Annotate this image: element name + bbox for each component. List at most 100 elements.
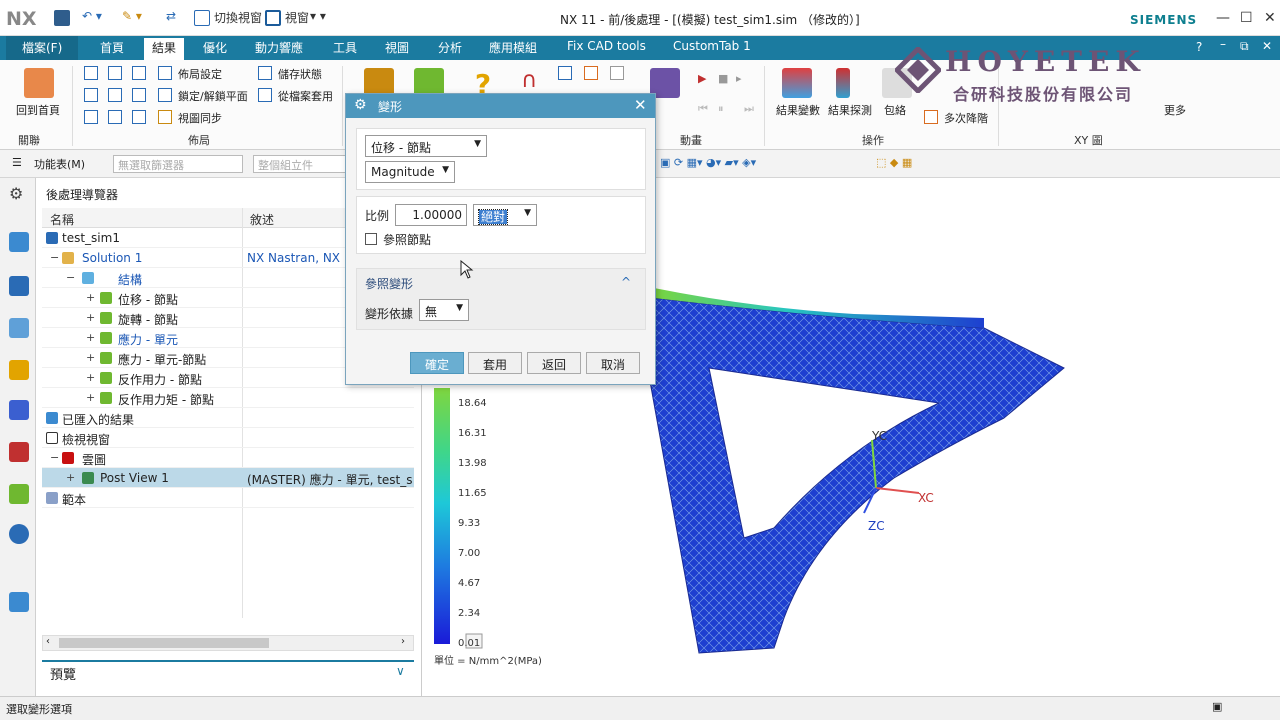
ribbon-restore-icon[interactable]: ⧉ [1240, 39, 1249, 54]
switch-window-button[interactable]: 切換視窗 [214, 9, 262, 26]
repeat-icon[interactable]: ⇄ [166, 9, 176, 23]
layout-10-icon[interactable] [132, 110, 146, 124]
window-menu[interactable]: 視窗 [285, 9, 309, 26]
window-menu-chevron-icon[interactable]: ▾ ▾ [310, 9, 326, 23]
tab-optimize[interactable]: 優化 [203, 39, 227, 56]
history-icon[interactable] [9, 318, 29, 338]
multi-reduce-button[interactable]: 多次降階 [944, 110, 988, 126]
reference-node-checkbox[interactable] [365, 233, 377, 245]
dialog-close-icon[interactable]: ✕ [634, 96, 647, 114]
step-icon[interactable]: ▸ [736, 72, 742, 85]
scrollbar-thumb[interactable] [59, 638, 269, 648]
chevron-up-icon[interactable]: ^ [621, 275, 631, 289]
save-icon[interactable] [54, 10, 70, 26]
text-icon[interactable] [558, 66, 572, 80]
first-frame-icon[interactable]: ⏮ [698, 102, 708, 116]
result-probe-icon[interactable] [836, 68, 850, 98]
stop-icon[interactable]: ■ [718, 72, 728, 85]
column-name-header[interactable]: 名稱 [50, 211, 74, 228]
section-icon[interactable]: ⬚ ◆ ▦ [876, 156, 912, 169]
play-icon[interactable]: ▶ [698, 72, 706, 85]
marker-icon[interactable] [584, 66, 598, 80]
dialog-gear-icon[interactable]: ⚙ [354, 97, 367, 113]
tree-row-templates[interactable]: 範本 [42, 488, 414, 508]
collapse-icon[interactable]: − [50, 451, 59, 464]
view-sync-button[interactable]: 視圖同步 [178, 110, 222, 126]
expand-icon[interactable]: + [86, 291, 95, 304]
result-variables-button[interactable]: 結果變數 [776, 102, 820, 118]
scroll-left-icon[interactable]: ‹ [46, 636, 50, 647]
tree-row-viewports[interactable]: 檢視視窗 [42, 428, 414, 448]
expand-icon[interactable]: + [86, 391, 95, 404]
tab-application[interactable]: 應用模組 [489, 39, 537, 56]
home-button[interactable]: 回到首頁 [16, 102, 60, 118]
apply-from-file-button[interactable]: 從檔案套用 [278, 88, 333, 104]
result-probe-button[interactable]: 結果探測 [828, 102, 872, 118]
home-icon[interactable] [24, 68, 54, 98]
tab-home[interactable]: 首頁 [100, 39, 124, 56]
scale-mode-select[interactable]: 絕對 ▼ [473, 204, 537, 226]
roles-icon[interactable] [9, 442, 29, 462]
layout-6-icon[interactable] [108, 88, 122, 102]
selection-filter-combo[interactable]: 無選取篩選器 [113, 155, 243, 173]
result-type-select[interactable]: 位移 - 節點 ▼ [365, 135, 487, 157]
back-button[interactable]: 返回 [527, 352, 581, 374]
palette-icon[interactable] [9, 484, 29, 504]
ribbon-minimize-icon[interactable]: – [1220, 37, 1226, 51]
info-icon[interactable] [9, 524, 29, 544]
menu-button[interactable]: 功能表(M) [34, 156, 85, 172]
ribbon-close-icon[interactable]: ✕ [1262, 39, 1272, 53]
lock-unlock-plane-button[interactable]: 鎖定/解鎖平面 [178, 88, 248, 104]
ok-button[interactable]: 確定 [410, 352, 464, 374]
last-frame-icon[interactable]: ⏭ [744, 102, 754, 116]
close-icon[interactable]: ✕ [1264, 10, 1276, 26]
constraint-icon[interactable] [9, 400, 29, 420]
apply-button[interactable]: 套用 [468, 352, 522, 374]
menu-icon[interactable]: ☰ [12, 156, 22, 169]
tab-tools[interactable]: 工具 [333, 39, 357, 56]
tools-icon[interactable]: ✎ ▾ [122, 9, 142, 23]
pause-icon[interactable]: ⏸ [718, 102, 724, 116]
sim-navigator-icon[interactable] [9, 232, 29, 252]
layout-4-icon[interactable] [132, 66, 146, 80]
tab-dynamic-response[interactable]: 動力響應 [255, 39, 303, 56]
horizontal-scrollbar[interactable]: ‹ › [42, 635, 414, 651]
fullscreen-icon[interactable]: ▣ [1212, 700, 1222, 713]
tab-view[interactable]: 視圖 [385, 39, 409, 56]
settings-gear-icon[interactable]: ⚙ [9, 184, 29, 204]
scale-input[interactable]: 1.00000 [395, 204, 467, 226]
switch-window-icon[interactable] [194, 10, 210, 26]
layout-settings-button[interactable]: 佈局設定 [178, 66, 222, 82]
dialog-title-bar[interactable]: ⚙ 變形 ✕ [346, 94, 655, 118]
tab-fix-cad-tools[interactable]: Fix CAD tools [567, 39, 646, 53]
expand-icon[interactable]: + [86, 331, 95, 344]
save-state-button[interactable]: 儲存狀態 [278, 66, 322, 82]
undo-icon[interactable]: ↶ ▾ [82, 9, 102, 23]
help-icon[interactable]: ? [1196, 40, 1202, 54]
tree-row-post-view-1[interactable]: + Post View 1 (MASTER) 應力 - 單元, test_sim [42, 468, 414, 488]
tab-file[interactable]: 檔案(F) [6, 36, 79, 60]
layout-9-icon[interactable] [108, 110, 122, 124]
collapse-icon[interactable]: − [50, 251, 59, 264]
expand-icon[interactable]: + [66, 471, 75, 484]
tab-customtab-1[interactable]: CustomTab 1 [673, 39, 751, 53]
tab-results[interactable]: 結果 [144, 38, 185, 60]
window-icon[interactable] [265, 10, 281, 26]
chart-icon[interactable] [610, 66, 624, 80]
tree-row-imported-results[interactable]: 已匯入的結果 [42, 408, 414, 428]
fit-icon[interactable]: ▣ ⟳ ▦▾ ◕▾ ▰▾ ◈▾ [660, 156, 756, 169]
post-navigator-icon[interactable] [9, 276, 29, 296]
collapse-icon[interactable]: − [66, 271, 75, 284]
column-description-header[interactable]: 敘述 [250, 211, 274, 228]
layout-1-icon[interactable] [84, 66, 98, 80]
layout-8-icon[interactable] [84, 110, 98, 124]
tree-row-contour-plots[interactable]: − 雲圖 [42, 448, 414, 468]
preview-panel-header[interactable]: 預覽 ∨ [42, 660, 414, 683]
expand-icon[interactable]: + [86, 351, 95, 364]
cancel-button[interactable]: 取消 [586, 352, 640, 374]
chevron-down-icon[interactable]: ∨ [396, 664, 405, 678]
layout-7-icon[interactable] [132, 88, 146, 102]
component-select[interactable]: Magnitude ▼ [365, 161, 455, 183]
scroll-right-icon[interactable]: › [401, 636, 405, 647]
tab-analysis[interactable]: 分析 [438, 39, 462, 56]
